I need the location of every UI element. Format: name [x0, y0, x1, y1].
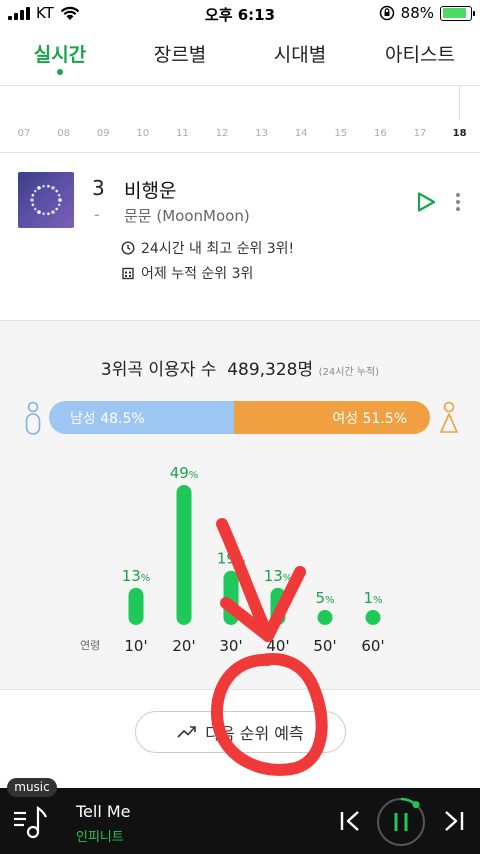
- prediction-label: 다음 순위 예측: [205, 724, 304, 743]
- album-dot: [37, 186, 41, 190]
- hour-tick-label: 11: [176, 128, 189, 139]
- age-bar-value: 19%: [217, 550, 246, 568]
- age-bar: [270, 587, 286, 625]
- age-bar: [317, 610, 333, 625]
- age-bar: [128, 587, 144, 625]
- trend-up-icon: [177, 726, 197, 738]
- next-rank-prediction-button[interactable]: 다음 순위 예측: [135, 711, 346, 753]
- tab-genre[interactable]: 장르별: [120, 36, 240, 82]
- clock-icon: [121, 241, 135, 255]
- hour-tick-label: 14: [294, 128, 308, 139]
- album-dot: [51, 186, 55, 190]
- age-bar-value: 5%: [315, 589, 334, 607]
- hour-tick-label: 12: [215, 128, 229, 139]
- age-category-label: 60': [361, 637, 384, 655]
- tab-label: 시대별: [273, 44, 327, 66]
- album-dot: [42, 212, 45, 216]
- hour-tick-label: 07: [17, 128, 31, 139]
- battery-level: [442, 8, 467, 18]
- album-dot: [30, 198, 34, 202]
- hour-tick-label: 17: [413, 128, 427, 139]
- album-dot: [47, 212, 50, 216]
- pause-button[interactable]: [375, 796, 427, 848]
- peak-rank-info: 24시간 내 최고 순위 3위!: [121, 238, 294, 258]
- age-category-label: 10': [124, 637, 147, 655]
- active-tab-indicator: [57, 69, 63, 75]
- music-tag: music: [7, 778, 57, 797]
- age-bar-value: 13%: [264, 567, 293, 585]
- song-artist[interactable]: 문문 (MoonMoon): [124, 205, 250, 226]
- age-category-label: 20': [172, 637, 195, 655]
- hour-tick-label: 15: [334, 128, 348, 139]
- tab-label: 장르별: [153, 44, 207, 66]
- album-art-ring-icon: [30, 184, 62, 216]
- album-dot: [33, 189, 37, 193]
- age-bar-value: 1%: [363, 589, 382, 607]
- previous-track-button[interactable]: [338, 810, 362, 832]
- age-category-label: 40': [266, 637, 289, 655]
- status-right: 88%: [379, 4, 475, 22]
- hour-tick-label: 18: [452, 128, 467, 139]
- play-button[interactable]: [414, 190, 438, 214]
- rank-change: -: [94, 205, 100, 224]
- hour-tick-label: 09: [96, 128, 110, 139]
- album-dot: [31, 193, 35, 197]
- album-dot: [47, 184, 50, 188]
- age-axis-label: 연령: [80, 639, 100, 652]
- age-bar-value: 49%: [170, 464, 199, 482]
- hour-axis: 07 08 09 10 11 12 13 14 15 16 17 18: [0, 128, 480, 142]
- status-bar: KT 오후 6:13 88%: [0, 0, 480, 28]
- tab-realtime[interactable]: 실시간: [0, 36, 120, 82]
- hour-tick-label: 16: [374, 128, 387, 139]
- age-bar: [176, 485, 192, 625]
- age-distribution-chart: 연령 13% 10' 49% 20' 19% 30' 13% 40' 5% 50' 1% 60': [80, 464, 385, 655]
- peak-rank-text: 24시간 내 최고 순위 3위!: [141, 241, 295, 257]
- battery-percent: 88%: [400, 4, 434, 22]
- cumulative-rank-text: 어제 누적 순위 3위: [141, 266, 254, 282]
- mini-player[interactable]: Tell Me 인피니트: [0, 788, 480, 854]
- album-dot: [55, 189, 59, 193]
- now-playing-artist[interactable]: 인피니트: [76, 826, 124, 845]
- tab-label: 실시간: [33, 44, 87, 66]
- app-screen: KT 오후 6:13 88% 실시간 장르별 시대별 아티스트 07 08 09…: [0, 0, 480, 854]
- song-card: 3 - 비행운 문문 (MoonMoon) 24시간 내 최고 순위 3위! 어…: [0, 172, 480, 292]
- album-dot: [57, 203, 61, 207]
- album-dot: [51, 210, 55, 214]
- album-dot: [42, 184, 45, 188]
- battery-icon: [440, 5, 475, 21]
- age-bar: [365, 610, 381, 625]
- stats-divider: [0, 689, 480, 690]
- album-dot: [58, 198, 62, 202]
- playlist-icon[interactable]: [12, 805, 52, 841]
- age-category-label: 50': [313, 637, 336, 655]
- age-bar: [223, 570, 239, 625]
- hour-chart-divider: [0, 152, 480, 153]
- more-options-button[interactable]: [453, 190, 463, 214]
- song-title[interactable]: 비행운: [124, 176, 176, 203]
- orientation-lock-icon: [379, 5, 394, 21]
- tab-era[interactable]: 시대별: [240, 36, 360, 82]
- next-track-button[interactable]: [442, 810, 466, 832]
- chart-tabs: 실시간 장르별 시대별 아티스트: [0, 36, 480, 82]
- tab-artist[interactable]: 아티스트: [360, 36, 480, 82]
- age-bar-value: 13%: [122, 567, 151, 585]
- now-playing-title[interactable]: Tell Me: [76, 802, 131, 821]
- album-dot: [31, 203, 35, 207]
- album-dot: [33, 207, 37, 211]
- tab-label: 아티스트: [385, 44, 455, 66]
- hour-tick-label: 08: [57, 128, 70, 139]
- hour-tick-label: 10: [136, 128, 150, 139]
- album-dot: [37, 210, 41, 214]
- current-hour-line: [459, 86, 460, 120]
- hour-tick-label: 13: [255, 128, 268, 139]
- calendar-icon: [122, 267, 134, 280]
- album-dot: [55, 207, 59, 211]
- album-art[interactable]: [18, 172, 74, 228]
- album-dot: [57, 193, 61, 197]
- cumulative-rank-info: 어제 누적 순위 3위: [121, 263, 253, 283]
- listener-stats-section: 3위곡 이용자 수 489,328명 (24시간 누적) 남성 48.5% 여성…: [0, 321, 480, 689]
- rank-number: 3: [92, 176, 105, 200]
- hourly-rank-chart[interactable]: 07 08 09 10 11 12 13 14 15 16 17 18: [0, 86, 480, 150]
- age-category-label: 30': [219, 637, 242, 655]
